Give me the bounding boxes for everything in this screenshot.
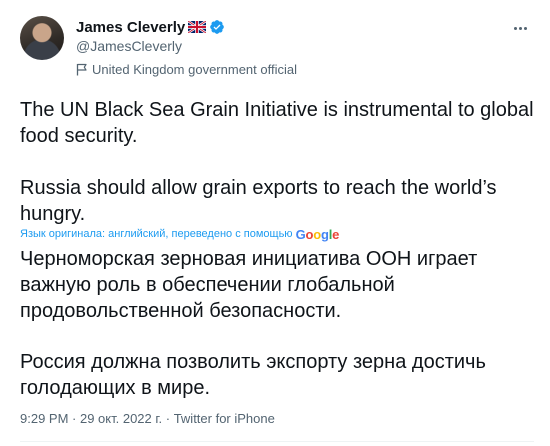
government-label[interactable]: United Kingdom government official: [76, 60, 297, 78]
translation-notice[interactable]: Язык оригинала: английский, переведено с…: [20, 226, 339, 242]
flag-outline-icon: [76, 63, 87, 75]
tweet-timestamp[interactable]: 9:29 PM · 29 окт. 2022 г. · Twitter for …: [20, 411, 275, 426]
tweet-translated-paragraph: Черноморская зерновая инициатива ООН игр…: [20, 248, 478, 322]
author-name-row: James Cleverly: [76, 17, 225, 37]
uk-flag-icon: [188, 21, 207, 33]
translation-notice-text: Язык оригинала: английский, переведено с…: [20, 228, 293, 240]
author-name[interactable]: James Cleverly: [76, 19, 185, 36]
avatar[interactable]: [20, 16, 64, 60]
more-options-icon[interactable]: [506, 18, 534, 38]
tweet-original-paragraph: The UN Black Sea Grain Initiative is ins…: [20, 99, 534, 147]
divider: [20, 441, 534, 442]
google-logo: Google: [295, 226, 340, 242]
tweet-card: James Cleverly @JamesCleverly United Kin…: [0, 0, 550, 446]
tweet-original-paragraph: Russia should allow grain exports to rea…: [20, 177, 497, 225]
author-handle[interactable]: @JamesCleverly: [76, 38, 182, 54]
government-label-text: United Kingdom government official: [92, 61, 297, 77]
verified-badge-icon: [210, 20, 225, 34]
tweet-translated-paragraph: Россия должна позволить экспорту зерна д…: [20, 351, 486, 399]
